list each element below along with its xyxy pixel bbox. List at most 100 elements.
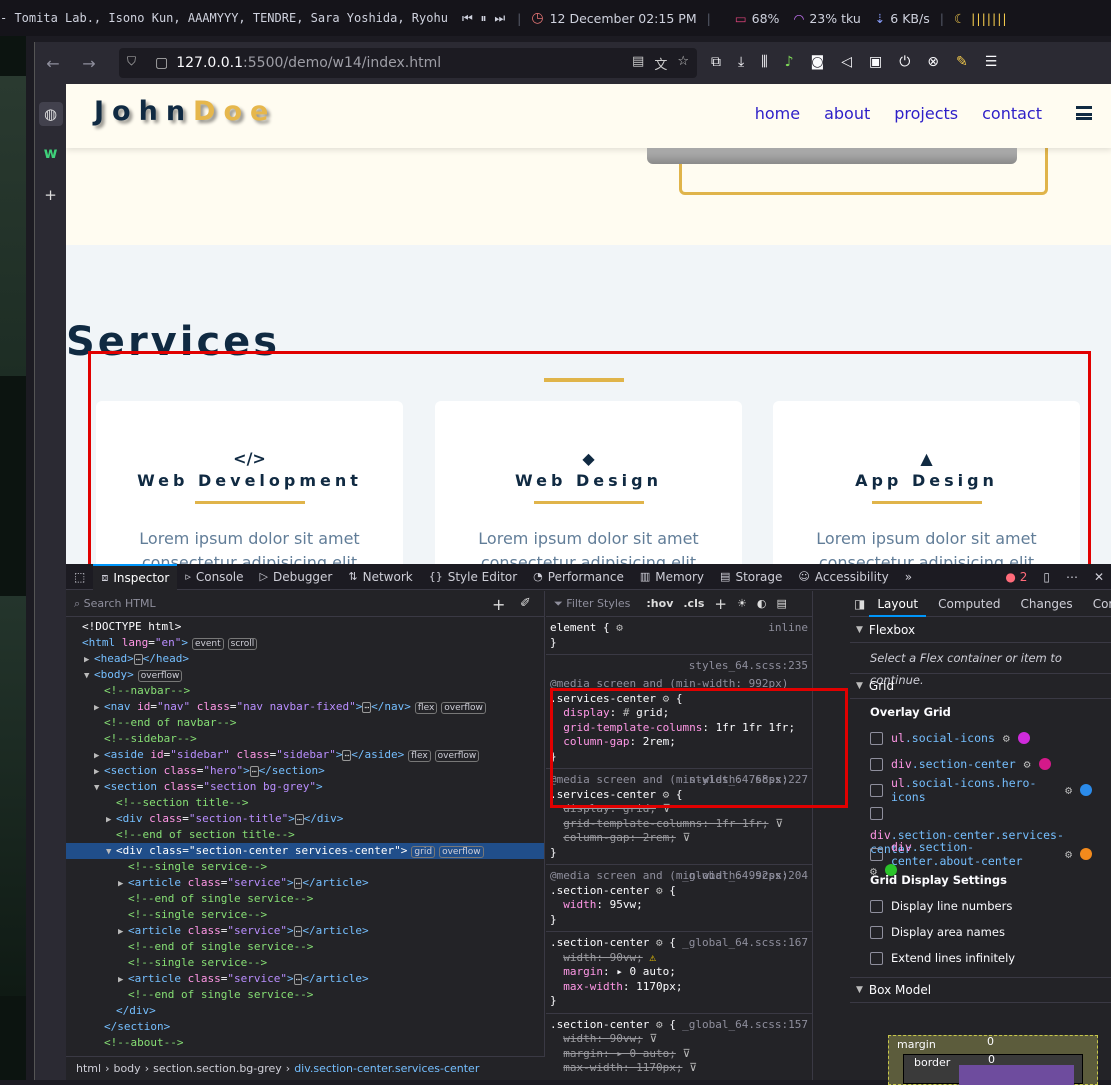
vpn-icon[interactable]: ⊗ [927,54,939,70]
add-icon[interactable]: + [39,186,63,210]
markup-line[interactable]: <!--section title--> [66,795,544,811]
url-bar[interactable]: ⛉ ▢ 127.0.0.1:5500/demo/w14/index.html ▤… [119,48,697,78]
tab-network[interactable]: ⇅ Network [340,564,420,590]
setting-extend-lines[interactable]: Extend lines infinitely [850,945,1111,971]
tab-computed[interactable]: Computed [930,597,1008,611]
nav-link-about[interactable]: about [824,104,870,123]
crumb-body[interactable]: body [113,1062,140,1075]
flexbox-accordion[interactable]: ▼ Flexbox [850,617,1111,643]
markup-line[interactable]: ▼ <body> overflow [66,667,544,683]
color-swatch[interactable] [1080,784,1092,796]
menu-icon[interactable]: ☰ [985,54,998,70]
tab-debugger[interactable]: ▷ Debugger [252,564,341,590]
color-swatch[interactable] [1038,758,1051,770]
setting-line-numbers[interactable]: Display line numbers [850,893,1111,919]
add-rule-icon[interactable]: + [714,595,727,613]
search-html[interactable]: ⌕ Search HTML + ✐ [66,591,544,617]
dark-theme-icon[interactable]: ◐ [757,597,767,610]
crumb-div[interactable]: div.section-center.services-center [294,1062,479,1075]
color-swatch[interactable] [1017,732,1030,744]
sidebar-toggle-icon[interactable]: ◨ [854,597,865,611]
tab-performance[interactable]: ◔ Performance [525,564,632,590]
light-theme-icon[interactable]: ☀ [737,597,747,610]
responsive-icon[interactable]: ▯ [1043,570,1050,584]
markup-line[interactable]: ▶ <article class="service"> ⋯ </article> [66,923,544,939]
markup-line[interactable]: </section> [66,1019,544,1035]
power-icon[interactable]: ⏻ [899,54,910,70]
cls-toggle[interactable]: .cls [683,597,704,610]
reader-icon[interactable]: ▤ [632,54,644,73]
speaker-icon[interactable]: ◁ [841,54,852,70]
forward-icon[interactable]: → [71,54,107,73]
pen-icon[interactable]: ✎ [956,54,968,70]
grid-overlay-item[interactable]: ul.social-icons.hero-icons ⚙ [850,776,1111,804]
downloads-icon[interactable]: ⤓ [738,54,744,70]
box-model-accordion[interactable]: ▼ Box Model [850,977,1111,1003]
markup-line[interactable]: ▼ <section class="section bg-grey"> [66,779,544,795]
markup-line[interactable]: ▶ <section class="hero"> ⋯ </section> [66,763,544,779]
library-icon[interactable]: ⫼ [761,54,767,70]
add-node-icon[interactable]: + [492,595,505,614]
mask-icon[interactable]: ◙ [811,54,825,70]
eyedropper-icon[interactable]: ✐ [520,596,531,611]
setting-area-names[interactable]: Display area names [850,919,1111,945]
shield-icon[interactable]: ⛉ [127,54,145,72]
css-rule[interactable]: _global_64.scss:157 .section-center ⚙ { … [546,1014,812,1080]
print-icon[interactable]: ▤ [776,597,786,610]
options-icon[interactable]: ⋯ [1066,570,1078,584]
bookmark-star-icon[interactable]: ☆ [677,54,689,73]
css-rule[interactable]: _global_64.scss:167 .section-center ⚙ { … [546,932,812,1014]
markup-line[interactable]: ▶ <aside id="sidebar" class="sidebar"> ⋯ </… [66,747,544,763]
close-icon[interactable]: ✕ [1094,570,1104,584]
filter-styles-input[interactable]: ⏷ Filter Styles [554,597,630,611]
grid-overlay-item[interactable]: ul.social-icons ⚙ [850,725,1111,751]
markup-line[interactable]: </div> [66,1003,544,1019]
markup-line[interactable]: <!--end of single service--> [66,891,544,907]
media-controls[interactable]: ⏮ ⏸ ⏭ [462,11,507,26]
tab-accessibility[interactable]: ☺ Accessibility [790,564,896,590]
css-rule[interactable]: inline element { ⚙} [546,617,812,655]
nav-link-home[interactable]: home [755,104,800,123]
tab-storage[interactable]: ▤ Storage [712,564,790,590]
markup-line[interactable]: <!--single service--> [66,955,544,971]
music-icon[interactable]: ♪ [785,54,794,70]
tab-inspector[interactable]: ⧈ Inspector [93,563,178,590]
tab-icon[interactable]: ▣ [869,54,882,70]
w-extension-icon[interactable]: w [39,144,63,168]
markup-line[interactable]: <!DOCTYPE html> [66,619,544,635]
tab-memory[interactable]: ▥ Memory [632,564,712,590]
markup-line[interactable]: <!--navbar--> [66,683,544,699]
crumb-section[interactable]: section.section.bg-grey [153,1062,282,1075]
error-badge[interactable]: ● 2 [1005,570,1027,584]
markup-line[interactable]: ▶ <article class="service"> ⋯ </article> [66,971,544,987]
globe-icon[interactable]: ◍ [38,102,63,126]
workspace-list[interactable]: - Tomita Lab., Isono Kun, AAAMYYY, TENDR… [0,11,448,25]
nav-link-contact[interactable]: contact [982,104,1042,123]
hamburger-icon[interactable] [1076,106,1092,120]
grid-overlay-item[interactable]: div.section-center.services-center ⚙ [850,803,1111,878]
tab-console[interactable]: ▹ Console [177,564,251,590]
markup-line-selected[interactable]: ▼ <div class="section-center services-cen… [66,843,544,859]
more-tabs-icon[interactable]: » [897,564,920,590]
tab-compatibility[interactable]: Comp [1085,597,1111,611]
grid-overlay-item[interactable]: div.section-center ⚙ [850,751,1111,777]
markup-line[interactable]: ▶ <nav id="nav" class="nav navbar-fixed">… [66,699,544,715]
markup-line[interactable]: <!--single service--> [66,859,544,875]
markup-line[interactable]: <!--end of section title--> [66,827,544,843]
markup-line[interactable]: <!--single service--> [66,907,544,923]
element-picker-icon[interactable]: ⬚ [66,564,93,590]
color-swatch[interactable] [1080,848,1092,860]
nav-link-projects[interactable]: projects [894,104,958,123]
hov-toggle[interactable]: :hov [646,597,673,610]
crumb-html[interactable]: html [76,1062,101,1075]
markup-line[interactable]: <!--end of single service--> [66,987,544,1003]
markup-line[interactable]: ▶ <head> ⋯ </head> [66,651,544,667]
translate-icon[interactable]: 文 [654,54,667,73]
css-rule[interactable]: _global_64.scss:204 @media screen and (m… [546,865,812,932]
tab-changes[interactable]: Changes [1012,597,1080,611]
back-icon[interactable]: ← [35,54,71,73]
tab-layout[interactable]: Layout [869,591,927,617]
markup-line[interactable]: <!--about--> [66,1035,544,1051]
markup-line[interactable]: <!--sidebar--> [66,731,544,747]
markup-line[interactable]: ▶ <div class="section-title"> ⋯ </div> [66,811,544,827]
